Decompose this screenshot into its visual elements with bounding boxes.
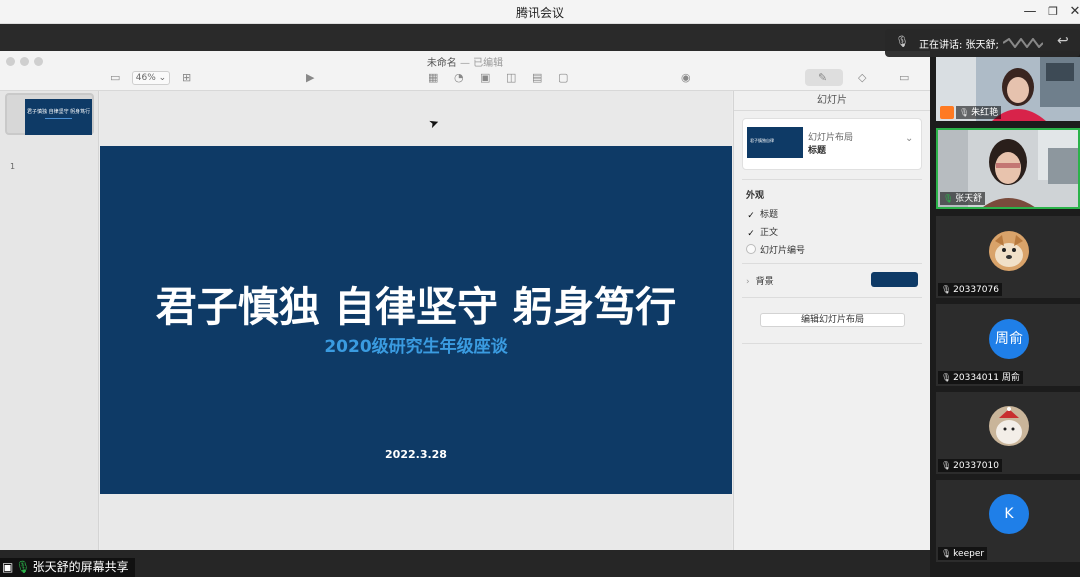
chevron-right-icon[interactable]: › <box>746 277 750 287</box>
option-body[interactable]: ✓ 正文 <box>746 225 778 239</box>
chevron-down-icon[interactable]: ⌄ <box>905 133 913 144</box>
document-name: 未命名 <box>426 58 457 69</box>
participant-tile-active-speaker[interactable]: 🎙 张天舒 <box>936 128 1080 209</box>
divider <box>742 297 922 298</box>
participant-name: 🎙 朱红艳 <box>956 106 1002 119</box>
shape-icon[interactable]: ◫ <box>506 71 516 85</box>
zoom-select[interactable]: 46% ⌄ <box>132 71 170 85</box>
microphone-muted-icon: 🎙 <box>941 549 952 558</box>
close-button[interactable]: ✕ <box>1066 2 1080 22</box>
app-title: 腾讯会议 <box>515 6 564 20</box>
cartoon-avatar-icon <box>989 406 1029 446</box>
slide-title[interactable]: 君子慎独 自律坚守 躬身笃行 <box>100 273 732 333</box>
speaking-text: 正在讲话: 张天舒; <box>919 40 999 51</box>
participant-name: 🎙 张天舒 <box>940 192 986 205</box>
avatar: K <box>989 494 1029 534</box>
table-icon[interactable]: ▦ <box>428 71 438 85</box>
participant-name: 🎙 20337010 <box>938 459 1002 472</box>
checkmark-icon[interactable]: ✓ <box>746 211 756 221</box>
divider <box>742 179 922 180</box>
speaking-indicator: 🎙 正在讲话: 张天舒; ↩ <box>885 29 1080 57</box>
option-slide-number[interactable]: 幻灯片编号 <box>746 243 805 257</box>
inspector-header: 幻灯片 <box>734 91 930 111</box>
layout-label: 幻灯片布局 <box>808 133 854 143</box>
participant-tile[interactable]: 🎙 20337010 <box>936 392 1080 474</box>
document-title: 未命名 — 已编辑 <box>0 54 930 69</box>
slide-thumbnail-selected[interactable]: 君子慎独 自律坚守 躬身笃行 <box>5 93 94 135</box>
shared-screen-keynote: 未命名 — 已编辑 ▭ 46% ⌄ ⊞ ▶ ▦ ◔ ▣ ◫ ▤ ▢ ◉ ✎ ◇ … <box>0 51 930 550</box>
appearance-label: 外观 <box>746 191 765 201</box>
background-row[interactable]: › 背景 <box>746 274 774 287</box>
participant-tile[interactable]: 周俞 🎙 20334011 周俞 <box>936 304 1080 386</box>
divider <box>742 263 922 264</box>
document-icon[interactable]: ▭ <box>899 71 909 85</box>
sound-wave-icon <box>1003 38 1043 48</box>
screen-share-label: ▣ 🎙 张天舒的屏幕共享 <box>0 558 135 577</box>
microphone-muted-icon: 🎙 <box>941 461 952 470</box>
thumbnail-subtitle-line <box>45 118 72 119</box>
keynote-toolbar: 未命名 — 已编辑 ▭ 46% ⌄ ⊞ ▶ ▦ ◔ ▣ ◫ ▤ ▢ ◉ ✎ ◇ … <box>0 51 930 91</box>
layout-value: 标题 <box>808 146 827 156</box>
avatar <box>989 231 1029 271</box>
animate-icon[interactable]: ◇ <box>858 71 866 85</box>
comment-icon[interactable]: ▢ <box>558 71 568 85</box>
layout-thumbnail-title: 君子慎独自律 <box>750 138 774 143</box>
layout-thumbnail: 君子慎独自律 <box>747 127 803 158</box>
microphone-icon: 🎙 <box>895 35 909 48</box>
edit-slide-layout-button[interactable]: 编辑幻灯片布局 <box>760 313 905 327</box>
microphone-muted-icon: 🎙 <box>941 285 952 294</box>
slide-date[interactable]: 2022.3.28 <box>100 448 732 461</box>
participant-tile[interactable]: 🎙 20337076 <box>936 216 1080 298</box>
avatar <box>989 406 1029 446</box>
slide-layout-picker[interactable]: 君子慎独自律 幻灯片布局 标题 ⌄ <box>742 118 922 170</box>
media-icon[interactable]: ▤ <box>532 71 542 85</box>
meeting-bottom-strip <box>0 550 930 577</box>
participant-tile[interactable]: K 🎙 keeper <box>936 480 1080 562</box>
participant-name: 🎙 keeper <box>938 547 988 560</box>
avatar: 周俞 <box>989 319 1029 359</box>
divider <box>742 343 922 344</box>
host-icon <box>940 106 954 119</box>
participant-name: 🎙 20337076 <box>938 283 1002 296</box>
document-status: — 已编辑 <box>460 58 504 69</box>
checkmark-icon[interactable]: ✓ <box>746 229 756 239</box>
add-slide-icon[interactable]: ⊞ <box>182 71 191 85</box>
collaborate-icon[interactable]: ◉ <box>681 71 691 85</box>
view-icon[interactable]: ▭ <box>110 71 120 85</box>
slide-subtitle[interactable]: 2020级研究生年级座谈 <box>100 332 732 357</box>
thumbnail-title: 君子慎独 自律坚守 躬身笃行 <box>27 109 90 115</box>
microphone-icon: 🎙 <box>15 560 31 574</box>
format-icon[interactable]: ✎ <box>818 71 827 85</box>
slide-number: 1 <box>10 162 16 171</box>
checkbox-empty-icon[interactable] <box>746 244 756 254</box>
collapse-icon[interactable]: ↩ <box>1057 33 1069 49</box>
play-icon[interactable]: ▶ <box>306 71 314 85</box>
slide[interactable]: 君子慎独 自律坚守 躬身笃行 2020级研究生年级座谈 2022.3.28 <box>100 146 732 494</box>
participant-name: 🎙 20334011 周俞 <box>938 371 1023 384</box>
restore-button[interactable]: ❐ <box>1044 2 1062 22</box>
screen-share-icon: ▣ <box>2 560 14 574</box>
participant-tile-host[interactable]: 🎙 朱红艳 <box>936 57 1080 121</box>
slide-thumbnail[interactable]: 君子慎独 自律坚守 躬身笃行 <box>25 99 92 135</box>
background-color-swatch[interactable] <box>871 272 918 287</box>
microphone-muted-icon: 🎙 <box>941 373 952 382</box>
chart-icon[interactable]: ◔ <box>454 71 464 85</box>
app-title-bar: 腾讯会议 — ❐ ✕ <box>0 0 1080 24</box>
inspector-panel: 幻灯片 君子慎独自律 幻灯片布局 标题 ⌄ 外观 ✓ 标题 ✓ 正文 幻灯片编号 ›… <box>733 91 930 550</box>
microphone-active-icon: 🎙 <box>943 194 954 203</box>
dog-avatar-icon <box>989 231 1029 271</box>
slide-canvas: 君子慎独 自律坚守 躬身笃行 2020级研究生年级座谈 2022.3.28 <box>100 91 732 550</box>
slide-navigator: 君子慎独 自律坚守 躬身笃行 1 <box>0 91 99 550</box>
option-title[interactable]: ✓ 标题 <box>746 207 778 221</box>
text-icon[interactable]: ▣ <box>480 71 490 85</box>
minimize-button[interactable]: — <box>1021 2 1039 22</box>
